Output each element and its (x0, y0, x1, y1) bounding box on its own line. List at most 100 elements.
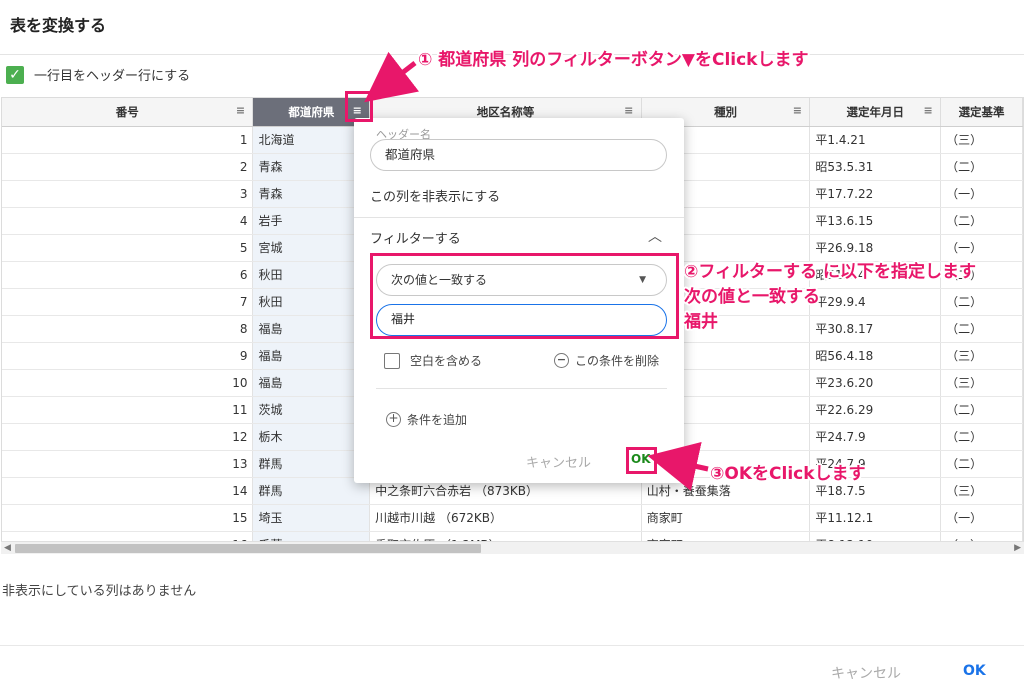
annotation-step2-line: 福井 (684, 312, 718, 332)
popup-cancel-button[interactable]: キャンセル (526, 452, 591, 471)
footer-divider (0, 645, 1024, 646)
cell-criteria: （二） (940, 423, 1023, 451)
cell-type: 商家町 (641, 504, 811, 532)
plus-circle-icon: + (386, 412, 401, 427)
scrollbar-thumb[interactable] (15, 544, 481, 553)
horizontal-scrollbar[interactable]: ◀ ▶ (1, 541, 1024, 554)
highlight-filter-button (345, 91, 373, 122)
cell-number: 9 (2, 342, 254, 370)
cell-prefecture: 北海道 (252, 126, 371, 154)
cell-criteria: （二） (940, 207, 1023, 235)
cell-prefecture: 栃木 (252, 423, 371, 451)
column-header-number[interactable]: 番号 ≡ (2, 98, 254, 127)
cell-number: 1 (2, 126, 254, 154)
popup-divider (354, 217, 684, 218)
hide-column-option[interactable]: この列を非表示にする (370, 186, 500, 205)
cell-criteria: （一） (940, 180, 1023, 208)
cell-prefecture: 青森 (252, 153, 371, 181)
delete-condition-label: この条件を削除 (575, 354, 660, 368)
cell-date: 平23.6.20 (809, 369, 942, 397)
cell-criteria: （二） (940, 153, 1023, 181)
cell-criteria: （一） (940, 504, 1023, 532)
column-header-label: 地区名称等 (476, 104, 535, 119)
header-name-input[interactable]: 都道府県 (370, 139, 667, 171)
cell-prefecture: 福島 (252, 315, 371, 343)
cell-number: 6 (2, 261, 254, 289)
cell-criteria: （三） (940, 342, 1023, 370)
cell-prefecture: 岩手 (252, 207, 371, 235)
table-row: 15 埼玉 川越市川越 （672KB） 商家町 平11.12.1 （一） (2, 504, 1023, 532)
cell-number: 2 (2, 153, 254, 181)
cell-prefecture: 群馬 (252, 477, 371, 505)
cell-criteria: （三） (940, 369, 1023, 397)
annotation-step3: ③OKをClickします (710, 464, 866, 484)
cell-prefecture: 秋田 (252, 288, 371, 316)
annotation-step1: ① 都道府県 列のフィルターボタン▼をClickします (418, 50, 809, 70)
cell-number: 12 (2, 423, 254, 451)
popup-divider (376, 388, 667, 389)
scroll-left-icon[interactable]: ◀ (4, 542, 11, 555)
header-row-option[interactable]: ✓ 一行目をヘッダー行にする (6, 65, 190, 84)
cell-criteria: （二） (940, 396, 1023, 424)
cell-date: 平17.7.22 (809, 180, 942, 208)
column-header-label: 選定年月日 (846, 104, 905, 119)
header-row-checkbox-label: 一行目をヘッダー行にする (34, 69, 191, 84)
cell-number: 14 (2, 477, 254, 505)
cell-prefecture: 青森 (252, 180, 371, 208)
filter-icon[interactable]: ≡ (623, 105, 635, 117)
annotation-step2: ②フィルターする に以下を指定します 次の値と一致する 福井 (684, 260, 976, 335)
column-header-date[interactable]: 選定年月日 ≡ (809, 98, 942, 127)
column-header-criteria[interactable]: 選定基準 (940, 98, 1023, 127)
checkbox-unchecked-icon[interactable] (384, 352, 400, 369)
column-header-label: 種別 (714, 104, 738, 119)
add-condition-button[interactable]: + 条件を追加 (386, 411, 467, 428)
cell-number: 10 (2, 369, 254, 397)
column-header-label: 番号 (115, 104, 139, 119)
hidden-columns-message: 非表示にしている列はありません (2, 584, 197, 599)
annotation-step2-line: 次の値と一致する (684, 287, 820, 307)
chevron-up-icon[interactable]: ︿ (648, 226, 662, 246)
cell-date: 平13.6.15 (809, 207, 942, 235)
include-blank-option[interactable]: 空白を含める (384, 352, 482, 369)
dialog-title: 表を変換する (10, 16, 107, 35)
highlight-ok-button (626, 447, 657, 474)
cell-number: 5 (2, 234, 254, 262)
cell-prefecture: 群馬 (252, 450, 371, 478)
delete-condition-button[interactable]: − この条件を削除 (554, 352, 659, 369)
scroll-right-icon[interactable]: ▶ (1014, 542, 1021, 555)
cell-date: 平26.9.18 (809, 234, 942, 262)
cell-date: 平1.4.21 (809, 126, 942, 154)
column-header-label: 都道府県 (288, 104, 335, 119)
cell-number: 11 (2, 396, 254, 424)
cell-date: 平22.6.29 (809, 396, 942, 424)
cell-number: 4 (2, 207, 254, 235)
cell-criteria: （二） (940, 450, 1023, 478)
column-header-label: 選定基準 (958, 104, 1005, 119)
cell-number: 8 (2, 315, 254, 343)
cell-prefecture: 福島 (252, 342, 371, 370)
filter-section-title[interactable]: フィルターする (370, 228, 461, 247)
cell-date: 平24.7.9 (809, 423, 942, 451)
cell-prefecture: 埼玉 (252, 504, 371, 532)
include-blank-label: 空白を含める (410, 354, 483, 368)
cell-number: 15 (2, 504, 254, 532)
cell-prefecture: 茨城 (252, 396, 371, 424)
cell-number: 7 (2, 288, 254, 316)
filter-icon[interactable]: ≡ (922, 105, 934, 117)
cell-date: 昭53.5.31 (809, 153, 942, 181)
cell-date: 平11.12.1 (809, 504, 942, 532)
filter-icon[interactable]: ≡ (234, 105, 246, 117)
checkbox-checked-icon[interactable]: ✓ (6, 65, 24, 84)
dialog-cancel-button[interactable]: キャンセル (831, 663, 901, 683)
cell-prefecture: 秋田 (252, 261, 371, 289)
arrow-step1 (364, 51, 420, 103)
add-condition-label: 条件を追加 (407, 413, 468, 427)
cell-date: 昭56.4.18 (809, 342, 942, 370)
cell-number: 3 (2, 180, 254, 208)
cell-prefecture: 福島 (252, 369, 371, 397)
dialog-ok-button[interactable]: OK (963, 663, 986, 679)
minus-circle-icon: − (554, 353, 569, 368)
filter-icon[interactable]: ≡ (791, 105, 803, 117)
cell-district: 川越市川越 （672KB） (369, 504, 642, 532)
annotation-step2-line: ②フィルターする に以下を指定します (684, 262, 976, 282)
